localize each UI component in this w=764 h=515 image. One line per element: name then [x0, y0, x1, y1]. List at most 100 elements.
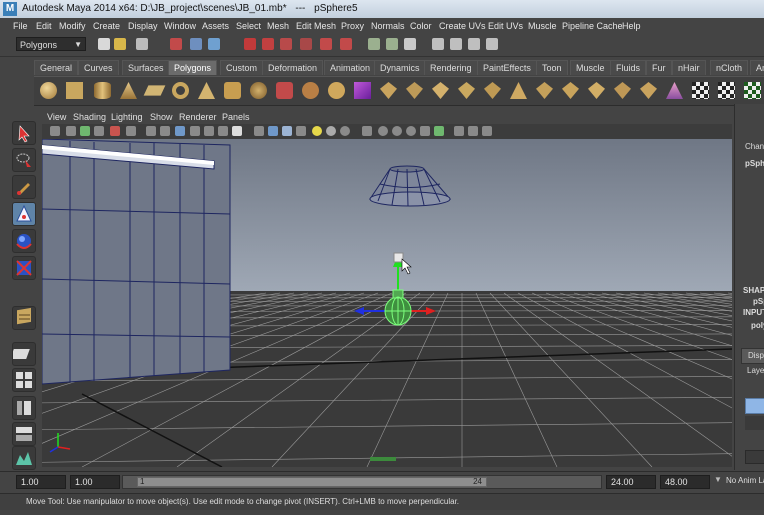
new-scene-icon[interactable] — [98, 38, 110, 50]
uv-checker-icon[interactable] — [692, 82, 709, 99]
motion-blur-icon[interactable] — [362, 126, 372, 136]
layers-tab[interactable]: Laye — [747, 366, 764, 375]
poly-plane-icon[interactable] — [143, 85, 166, 96]
use-all-lights-icon[interactable] — [312, 126, 322, 136]
playback-end-field[interactable]: 24.00 — [606, 475, 656, 489]
ipr-render-icon[interactable] — [386, 38, 398, 50]
offset-edge-loop-icon[interactable] — [510, 82, 527, 99]
channel-box-input-name[interactable]: poly — [751, 321, 764, 330]
spherical-mapping-icon[interactable] — [744, 82, 761, 99]
menu-mesh[interactable]: Mesh — [267, 21, 289, 31]
anti-aliasing-icon[interactable] — [378, 126, 388, 136]
rotate-tool-icon[interactable] — [12, 229, 36, 253]
smooth-icon[interactable] — [328, 82, 345, 99]
wedge-face-icon[interactable] — [614, 82, 631, 99]
chevron-down-icon[interactable]: ▼ — [714, 475, 722, 484]
combine-icon[interactable] — [276, 82, 293, 99]
extrude-icon[interactable] — [380, 82, 397, 99]
rename-icon[interactable] — [468, 38, 480, 50]
hypershade-layout-icon[interactable] — [12, 446, 36, 470]
camera-attributes-icon[interactable] — [66, 126, 76, 136]
panel-menu-lighting[interactable]: Lighting — [111, 112, 143, 122]
shelf-tab-toon[interactable]: Toon — [536, 60, 568, 75]
append-polygon-icon[interactable] — [432, 82, 449, 99]
select-by-name-icon[interactable] — [450, 38, 462, 50]
last-tool-used-icon[interactable] — [12, 306, 36, 330]
menu-muscle[interactable]: Muscle — [528, 21, 557, 31]
snap-curve-icon[interactable] — [262, 38, 274, 50]
shelf-tab-deformation[interactable]: Deformation — [262, 60, 324, 75]
panel-menu-shading[interactable]: Shading — [73, 112, 106, 122]
range-slider[interactable]: 1 24 — [122, 475, 602, 489]
lasso-tool-icon[interactable] — [12, 148, 36, 172]
menu-proxy[interactable]: Proxy — [341, 21, 364, 31]
poly-cone-icon[interactable] — [120, 82, 137, 99]
shelf-tab-ncloth[interactable]: nCloth — [710, 60, 749, 75]
layer-scrollbar[interactable] — [745, 450, 764, 464]
mirror-cut-icon[interactable] — [562, 82, 579, 99]
menu-help[interactable]: Help — [622, 21, 641, 31]
poly-prism-icon[interactable] — [198, 82, 215, 99]
menu-display[interactable]: Display — [128, 21, 158, 31]
menu-set-selector[interactable]: Polygons ▼ — [16, 37, 86, 51]
shelf-tab-custom[interactable]: Custom — [220, 60, 264, 75]
textured-icon[interactable] — [296, 126, 306, 136]
depth-of-field-icon[interactable] — [392, 126, 402, 136]
shelf-tab-overflow[interactable]: An — [750, 60, 764, 75]
menu-edit-uvs[interactable]: Edit UVs — [488, 21, 523, 31]
render-settings-icon[interactable] — [404, 38, 416, 50]
channel-box-title[interactable]: Chan — [745, 142, 764, 151]
film-gate-icon[interactable] — [160, 126, 170, 136]
sculpt-geometry-icon[interactable] — [536, 82, 553, 99]
bevel-icon[interactable] — [640, 82, 657, 99]
shelf-tab-polygons[interactable]: Polygons — [168, 60, 218, 75]
open-scene-icon[interactable] — [114, 38, 126, 50]
render-frame-icon[interactable] — [368, 38, 380, 50]
channel-box-shape-name[interactable]: pSp — [753, 297, 764, 306]
single-view-layout-icon[interactable] — [10, 342, 36, 366]
safe-action-icon[interactable] — [218, 126, 228, 136]
relative-transform-icon[interactable] — [486, 38, 498, 50]
separate-icon[interactable] — [302, 82, 319, 99]
shelf-tab-curves[interactable]: Curves — [78, 60, 119, 75]
layer-item[interactable] — [745, 398, 764, 414]
image-plane-icon[interactable] — [94, 126, 104, 136]
isolate-select-icon[interactable] — [406, 126, 416, 136]
wireframe-on-shaded-icon[interactable] — [282, 126, 292, 136]
safe-title-icon[interactable] — [232, 126, 242, 136]
poke-face-icon[interactable] — [588, 82, 605, 99]
menu-select[interactable]: Select — [236, 21, 261, 31]
wireframe-icon[interactable] — [254, 126, 264, 136]
smooth-shade-icon[interactable] — [268, 126, 278, 136]
grid-toggle-icon[interactable] — [146, 126, 156, 136]
y-axis-handle[interactable] — [393, 252, 404, 263]
history-icon[interactable] — [340, 38, 352, 50]
ambient-occlusion-icon[interactable] — [340, 126, 350, 136]
playback-start-field[interactable]: 1.00 — [70, 475, 120, 489]
menu-modify[interactable]: Modify — [59, 21, 86, 31]
input-box-icon[interactable] — [432, 38, 444, 50]
shelf-tab-surfaces[interactable]: Surfaces — [122, 60, 170, 75]
shelf-tab-muscle[interactable]: Muscle — [570, 60, 611, 75]
paint-select-tool-icon[interactable] — [12, 175, 36, 199]
range-slider-handle[interactable]: 1 24 — [137, 477, 487, 487]
make-live-icon[interactable] — [320, 38, 332, 50]
move-tool-icon[interactable] — [12, 202, 36, 226]
gamma-icon[interactable] — [482, 126, 492, 136]
split-polygon-icon[interactable] — [458, 82, 475, 99]
select-component-icon[interactable] — [208, 38, 220, 50]
panel-menu-renderer[interactable]: Renderer — [179, 112, 217, 122]
resolution-gate-icon[interactable] — [175, 126, 185, 136]
bookmarks-icon[interactable] — [80, 126, 90, 136]
shelf-tab-general[interactable]: General — [34, 60, 79, 75]
channel-box-object-name[interactable]: pSph — [745, 159, 764, 168]
grease-pencil-icon[interactable] — [126, 126, 136, 136]
panel-menu-show[interactable]: Show — [150, 112, 173, 122]
panel-menu-view[interactable]: View — [47, 112, 66, 122]
poly-pipe-icon[interactable] — [224, 82, 241, 99]
shelf-tab-fluids[interactable]: Fluids — [610, 60, 647, 75]
field-chart-icon[interactable] — [204, 126, 214, 136]
shelf-tab-fur[interactable]: Fur — [646, 60, 672, 75]
save-scene-icon[interactable] — [136, 38, 148, 50]
insert-edge-loop-icon[interactable] — [484, 82, 501, 99]
